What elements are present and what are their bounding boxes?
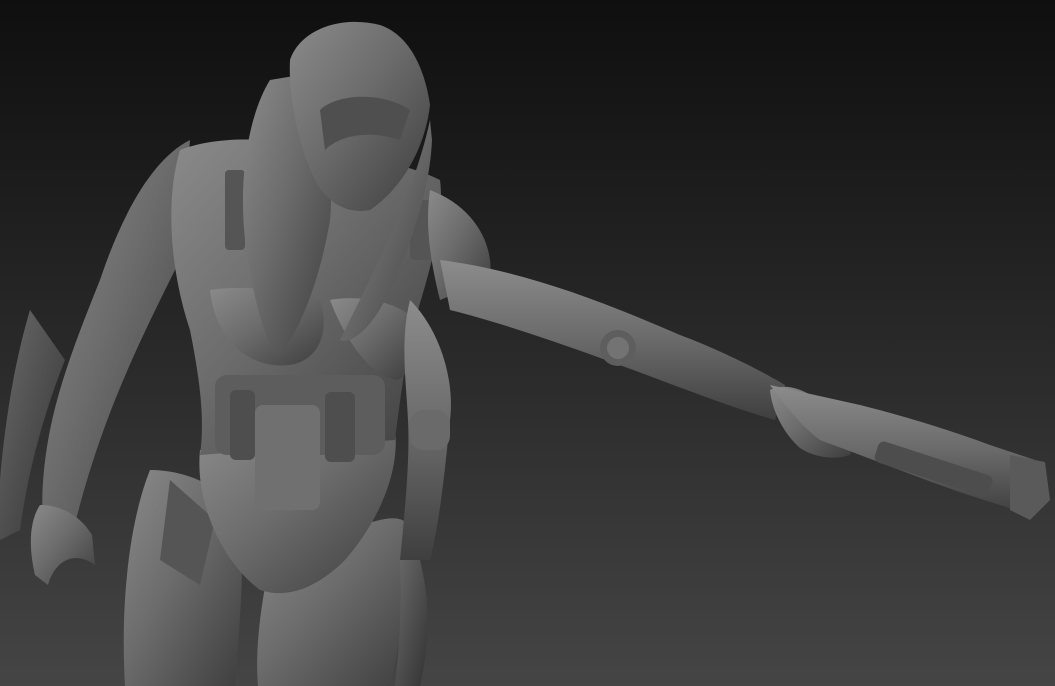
sculpt-model[interactable] — [0, 0, 1055, 686]
right-arm — [395, 190, 785, 686]
sculpt-viewport[interactable] — [0, 0, 1055, 686]
